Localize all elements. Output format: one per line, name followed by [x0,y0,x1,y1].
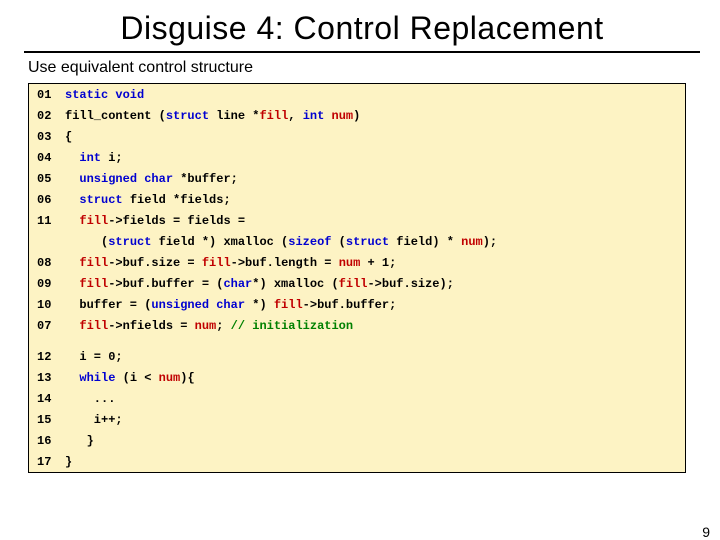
code-row: 07 fill->nfields = num; // initializatio… [29,315,685,336]
code-row: 17} [29,451,685,472]
code-text: fill->nfields = num; // initialization [65,320,353,332]
line-number: 15 [37,414,65,426]
code-text: i = 0; [65,351,123,363]
code-text: struct field *fields; [65,194,231,206]
code-text: fill->buf.buffer = (char*) xmalloc (fill… [65,278,454,290]
code-blank-line [29,336,685,346]
code-text: { [65,131,72,143]
line-number: 11 [37,215,65,227]
title-underline [24,51,700,53]
code-text: int i; [65,152,123,164]
line-number: 09 [37,278,65,290]
code-row: 12 i = 0; [29,346,685,367]
code-text: (struct field *) xmalloc (sizeof (struct… [65,236,497,248]
code-row: 11 fill->fields = fields = [29,210,685,231]
line-number: 03 [37,131,65,143]
code-row: 08 fill->buf.size = fill->buf.length = n… [29,252,685,273]
code-row: 14 ... [29,388,685,409]
code-text: } [65,435,94,447]
slide: Disguise 4: Control Replacement Use equi… [0,10,720,540]
code-row: 16 } [29,430,685,451]
code-text: fill_content (struct line *fill, int num… [65,110,360,122]
code-row: 02fill_content (struct line *fill, int n… [29,105,685,126]
code-row: 05 unsigned char *buffer; [29,168,685,189]
code-text: static void [65,89,144,101]
code-row: 04 int i; [29,147,685,168]
code-row: 03{ [29,126,685,147]
slide-subtitle: Use equivalent control structure [28,59,700,77]
code-listing: 01static void02fill_content (struct line… [28,83,686,473]
code-text: ... [65,393,115,405]
line-number: 01 [37,89,65,101]
line-number: 06 [37,194,65,206]
code-row: 10 buffer = (unsigned char *) fill->buf.… [29,294,685,315]
line-number: 05 [37,173,65,185]
line-number: 08 [37,257,65,269]
slide-title: Disguise 4: Control Replacement [24,10,700,47]
code-row: 09 fill->buf.buffer = (char*) xmalloc (f… [29,273,685,294]
code-text: } [65,456,72,468]
line-number: 10 [37,299,65,311]
page-number: 9 [702,524,710,540]
code-text: i++; [65,414,123,426]
line-number: 14 [37,393,65,405]
line-number: 12 [37,351,65,363]
code-text: fill->fields = fields = [65,215,245,227]
line-number: 16 [37,435,65,447]
code-row: 01static void [29,84,685,105]
code-row: 13 while (i < num){ [29,367,685,388]
code-text: fill->buf.size = fill->buf.length = num … [65,257,396,269]
line-number: 13 [37,372,65,384]
code-text: buffer = (unsigned char *) fill->buf.buf… [65,299,396,311]
code-row: 15 i++; [29,409,685,430]
line-number: 07 [37,320,65,332]
line-number: 17 [37,456,65,468]
code-text: while (i < num){ [65,372,195,384]
line-number: 02 [37,110,65,122]
code-row: (struct field *) xmalloc (sizeof (struct… [29,231,685,252]
code-text: unsigned char *buffer; [65,173,238,185]
code-row: 06 struct field *fields; [29,189,685,210]
line-number: 04 [37,152,65,164]
